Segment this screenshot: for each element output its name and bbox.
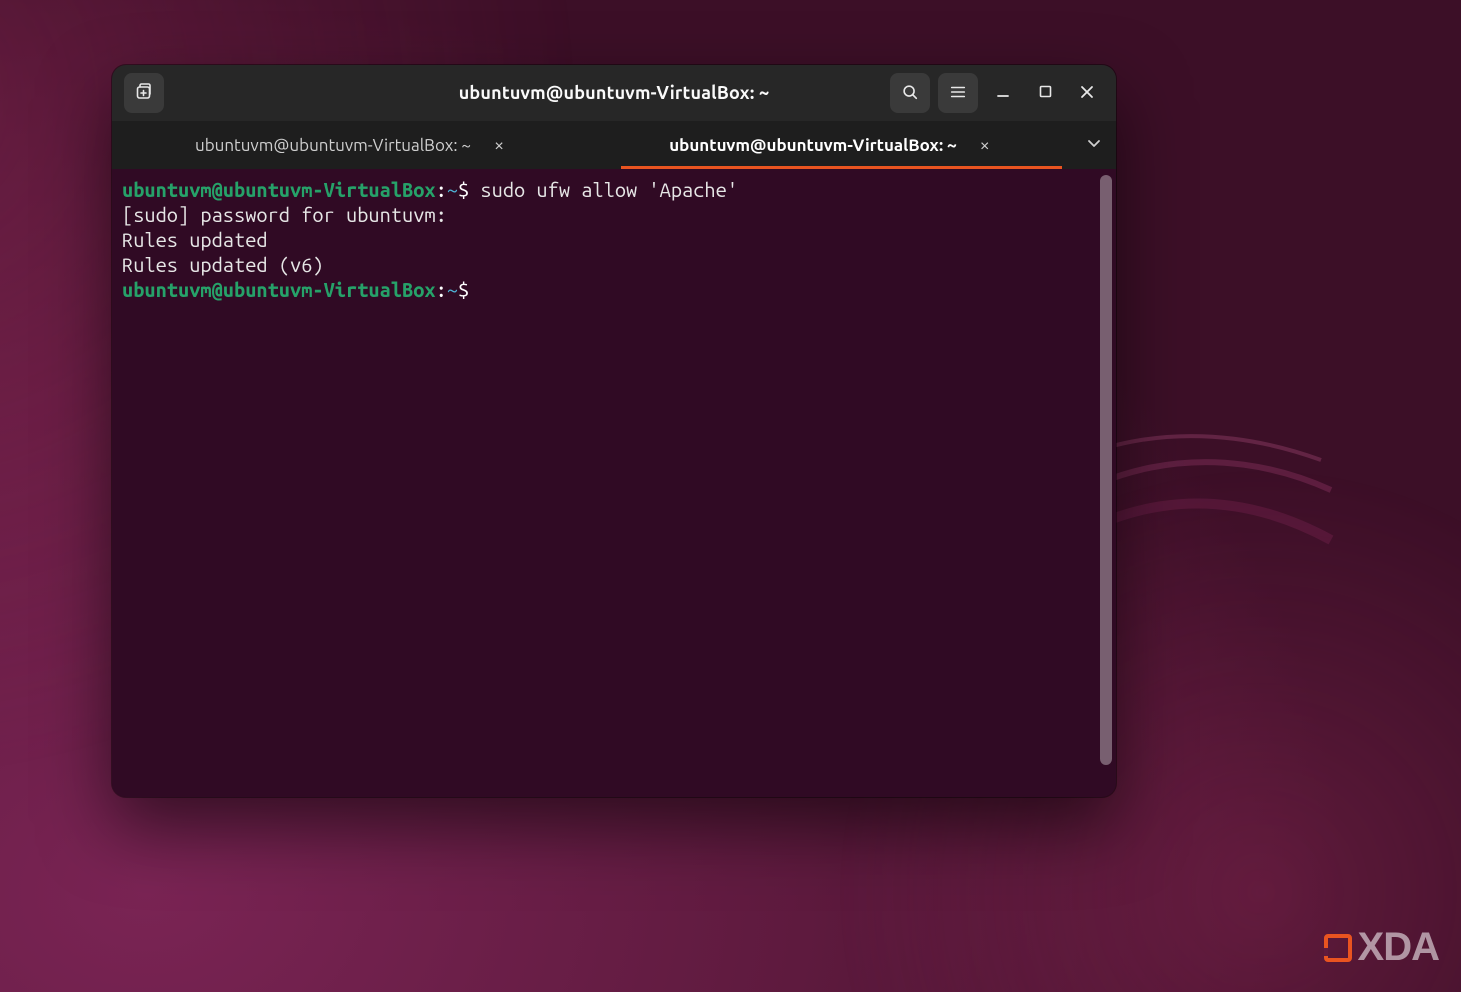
terminal-line: Rules updated (v6): [122, 252, 1106, 277]
tab-close-button[interactable]: ×: [489, 135, 509, 155]
watermark-text: XDA: [1358, 925, 1439, 970]
terminal-viewport[interactable]: ubuntuvm@ubuntuvm-VirtualBox:~$ sudo ufw…: [112, 169, 1116, 797]
close-icon: ×: [980, 135, 990, 155]
minimize-button[interactable]: [986, 76, 1020, 110]
terminal-scrollbar[interactable]: [1100, 175, 1112, 765]
maximize-icon: [1039, 85, 1052, 101]
search-button[interactable]: [890, 73, 930, 113]
terminal-line: Rules updated: [122, 227, 1106, 252]
close-icon: ×: [494, 135, 504, 155]
close-icon: [1080, 85, 1094, 102]
hamburger-icon: [949, 83, 967, 104]
tab-bar: ubuntuvm@ubuntuvm-VirtualBox: ~ × ubuntu…: [112, 121, 1116, 169]
tabs-dropdown-button[interactable]: [1072, 121, 1116, 169]
terminal-tab-1[interactable]: ubuntuvm@ubuntuvm-VirtualBox: ~ ×: [112, 121, 592, 169]
terminal-line: ubuntuvm@ubuntuvm-VirtualBox:~$: [122, 277, 1106, 302]
titlebar[interactable]: ubuntuvm@ubuntuvm-VirtualBox: ~: [112, 65, 1116, 121]
tab-label: ubuntuvm@ubuntuvm-VirtualBox: ~: [195, 136, 471, 155]
tab-label: ubuntuvm@ubuntuvm-VirtualBox: ~: [669, 136, 957, 155]
tab-close-button[interactable]: ×: [975, 135, 995, 155]
terminal-line: [sudo] password for ubuntuvm:: [122, 202, 1106, 227]
maximize-button[interactable]: [1028, 76, 1062, 110]
minimize-icon: [996, 85, 1010, 102]
terminal-window: ubuntuvm@ubuntuvm-VirtualBox: ~: [112, 65, 1116, 797]
new-tab-icon: [134, 82, 154, 105]
new-tab-button[interactable]: [124, 73, 164, 113]
menu-button[interactable]: [938, 73, 978, 113]
chevron-down-icon: [1086, 135, 1102, 155]
close-window-button[interactable]: [1070, 76, 1104, 110]
terminal-tab-2[interactable]: ubuntuvm@ubuntuvm-VirtualBox: ~ ×: [592, 121, 1072, 169]
watermark: XDA: [1324, 925, 1439, 970]
terminal-content: ubuntuvm@ubuntuvm-VirtualBox:~$ sudo ufw…: [122, 177, 1106, 302]
search-icon: [901, 83, 919, 104]
terminal-line: ubuntuvm@ubuntuvm-VirtualBox:~$ sudo ufw…: [122, 177, 1106, 202]
watermark-logo-icon: [1324, 934, 1352, 962]
